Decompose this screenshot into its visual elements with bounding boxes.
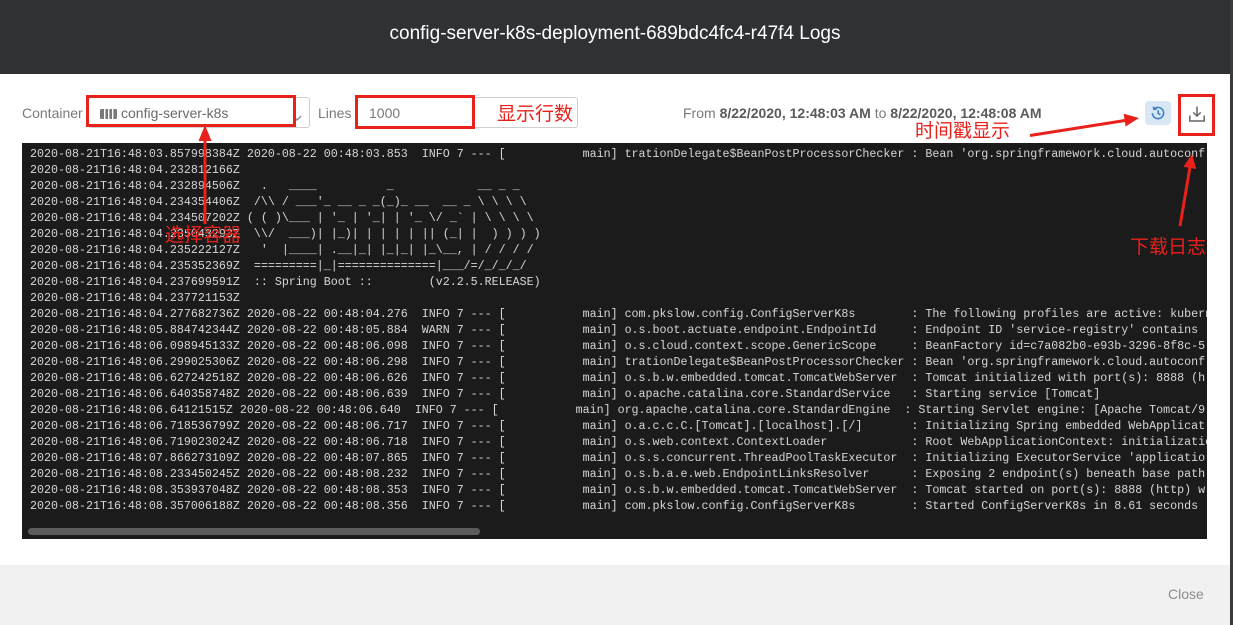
download-icon [1189,106,1205,122]
log-line: 2020-08-21T16:48:04.232894506Z . ____ _ … [30,179,520,193]
log-line: 2020-08-21T16:48:06.627242518Z 2020-08-2… [30,371,1206,385]
log-line: 2020-08-21T16:48:06.719023024Z 2020-08-2… [30,435,1207,449]
container-select[interactable]: config-server-k8s [88,97,310,128]
modal-body: Container config-server-k8s Lines From [0,74,1230,565]
timestamp-toggle-button[interactable] [1145,101,1171,125]
log-line: 2020-08-21T16:48:04.232812166Z [30,163,240,177]
lines-input[interactable] [356,97,578,128]
container-label: Container [22,105,83,121]
log-lines: 2020-08-21T16:48:03.857998384Z 2020-08-2… [30,146,1207,514]
log-line: 2020-08-21T16:48:07.866273109Z 2020-08-2… [30,451,1206,465]
chevron-down-icon [292,109,302,121]
download-logs-button[interactable] [1182,99,1212,129]
range-to-value: 8/22/2020, 12:48:08 AM [890,105,1042,121]
log-line: 2020-08-21T16:48:04.235043293Z \\/ ___)|… [30,227,541,241]
log-line: 2020-08-21T16:48:06.64121515Z 2020-08-22… [30,403,1206,417]
log-line: 2020-08-21T16:48:08.233450245Z 2020-08-2… [30,467,1206,481]
log-viewer[interactable]: 2020-08-21T16:48:03.857998384Z 2020-08-2… [22,143,1207,539]
modal-header: config-server-k8s-deployment-689bdc4fc4-… [0,0,1230,74]
log-line: 2020-08-21T16:48:08.353937048Z 2020-08-2… [30,483,1206,497]
log-line: 2020-08-21T16:48:06.640358748Z 2020-08-2… [30,387,1101,401]
log-line: 2020-08-21T16:48:06.098945133Z 2020-08-2… [30,339,1206,353]
range-from-label: From [683,105,716,121]
range-from-value: 8/22/2020, 12:48:03 AM [719,105,871,121]
history-icon [1151,106,1165,120]
horizontal-scrollbar[interactable] [22,526,1207,537]
log-line: 2020-08-21T16:48:04.235222127Z ' |____| … [30,243,534,257]
logs-modal: config-server-k8s-deployment-689bdc4fc4-… [0,0,1233,625]
container-select-value: config-server-k8s [121,105,229,121]
log-line: 2020-08-21T16:48:04.234354406Z /\\ / ___… [30,195,527,209]
log-line: 2020-08-21T16:48:06.718536799Z 2020-08-2… [30,419,1206,433]
close-button[interactable]: Close [1168,585,1204,603]
log-line: 2020-08-21T16:48:04.234507202Z ( ( )\___… [30,211,534,225]
log-line: 2020-08-21T16:48:04.277682736Z 2020-08-2… [30,307,1207,321]
log-line: 2020-08-21T16:48:03.857998384Z 2020-08-2… [30,147,1206,161]
scrollbar-thumb[interactable] [28,528,480,535]
log-line: 2020-08-21T16:48:05.884742344Z 2020-08-2… [30,323,1199,337]
log-line: 2020-08-21T16:48:04.237699591Z :: Spring… [30,275,541,289]
time-range: From 8/22/2020, 12:48:03 AM to 8/22/2020… [683,104,1042,122]
lines-label: Lines [318,105,352,121]
container-icon [100,107,117,119]
modal-title: config-server-k8s-deployment-689bdc4fc4-… [389,23,841,44]
log-line: 2020-08-21T16:48:06.299025306Z 2020-08-2… [30,355,1206,369]
log-line: 2020-08-21T16:48:08.357006188Z 2020-08-2… [30,499,1199,513]
range-to-label: to [874,105,887,121]
log-line: 2020-08-21T16:48:04.237721153Z [30,291,240,305]
log-line: 2020-08-21T16:48:04.235352369Z =========… [30,259,527,273]
modal-footer: Close [0,565,1230,625]
